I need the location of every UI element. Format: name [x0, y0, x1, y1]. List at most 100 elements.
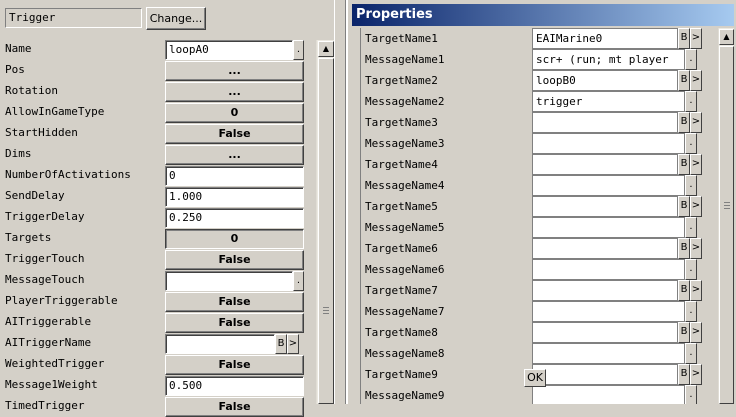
property-value-input[interactable]: [532, 133, 685, 154]
property-value-input[interactable]: scr+ (run; mt player: [532, 49, 685, 70]
grip-icon: [323, 307, 329, 308]
property-value-input[interactable]: [532, 154, 678, 175]
property-row: MessageName6.: [361, 259, 716, 280]
property-row: MessageName2 trigger.: [361, 91, 716, 112]
property-value-input[interactable]: [532, 238, 678, 259]
property-value-input[interactable]: [532, 196, 678, 217]
property-label: Dims: [5, 147, 32, 160]
property-value-input[interactable]: 0.500: [165, 376, 304, 396]
property-value-input[interactable]: [532, 175, 685, 196]
property-row: TargetName5 B >: [361, 196, 716, 217]
class-type-field[interactable]: Trigger: [5, 8, 142, 28]
property-value-input[interactable]: trigger: [532, 91, 685, 112]
property-label: SendDelay: [5, 189, 65, 202]
property-value-input[interactable]: EAIMarine0: [532, 28, 678, 49]
property-value-input[interactable]: [532, 322, 678, 343]
browse-dot-button[interactable]: .: [685, 385, 697, 404]
arrow-right-icon[interactable]: >: [287, 334, 299, 354]
browse-dot-button[interactable]: .: [685, 133, 697, 154]
property-label: StartHidden: [5, 126, 78, 139]
arrow-right-icon[interactable]: >: [690, 238, 702, 259]
property-value-button[interactable]: 0: [165, 103, 304, 123]
property-value-button[interactable]: False: [165, 355, 304, 375]
change-class-button[interactable]: Change...: [146, 7, 206, 30]
property-value-input[interactable]: 1.000: [165, 187, 304, 207]
property-value-input[interactable]: [532, 280, 678, 301]
browse-b-button[interactable]: B: [678, 238, 690, 259]
browse-b-button[interactable]: B: [678, 154, 690, 175]
browse-dot-button[interactable]: .: [685, 259, 697, 280]
browse-b-button[interactable]: B: [678, 112, 690, 133]
arrow-right-icon[interactable]: >: [690, 154, 702, 175]
property-value-input[interactable]: [532, 301, 685, 322]
arrow-right-icon[interactable]: >: [690, 364, 702, 385]
property-value-button[interactable]: 0: [165, 229, 304, 249]
property-label: TargetName8: [365, 326, 438, 339]
property-label: TimedTrigger: [5, 399, 85, 412]
property-label: MessageName8: [365, 347, 445, 360]
browse-dot-button[interactable]: .: [685, 301, 697, 322]
property-row: TargetName6 B >: [361, 238, 716, 259]
browse-dot-button[interactable]: .: [685, 217, 697, 238]
browse-dot-button[interactable]: .: [685, 175, 697, 196]
arrow-right-icon[interactable]: >: [690, 196, 702, 217]
ok-button[interactable]: OK: [524, 369, 546, 387]
properties-window: Properties TargetName1 EAIMarine0 B > Messag…: [346, 0, 736, 404]
property-label: TriggerTouch: [5, 252, 85, 265]
property-value-input[interactable]: 0: [165, 166, 304, 186]
browse-b-button[interactable]: B: [678, 280, 690, 301]
property-value-input[interactable]: [532, 385, 685, 404]
property-value-button[interactable]: ...: [165, 82, 304, 102]
property-row: MessageName4.: [361, 175, 716, 196]
left-scrollbar[interactable]: ▲: [316, 40, 334, 404]
arrow-right-icon[interactable]: >: [690, 280, 702, 301]
arrow-right-icon[interactable]: >: [690, 28, 702, 49]
browse-dot-button[interactable]: .: [293, 40, 304, 60]
property-row: TargetName2 loopB0 B >: [361, 70, 716, 91]
property-value-button[interactable]: False: [165, 124, 304, 144]
browse-b-button[interactable]: B: [678, 70, 690, 91]
arrow-right-icon[interactable]: >: [690, 70, 702, 91]
object-properties-panel: Trigger Change... Name loopA0. Pos... Rotat…: [0, 0, 316, 417]
left-scrollbar-thumb[interactable]: [318, 58, 334, 404]
property-value-button[interactable]: ...: [165, 145, 304, 165]
arrow-right-icon[interactable]: >: [690, 322, 702, 343]
property-value-input[interactable]: loopB0: [532, 70, 678, 91]
property-row: MessageName5.: [361, 217, 716, 238]
property-label: Name: [5, 42, 32, 55]
properties-scrollbar[interactable]: ▲: [718, 28, 734, 404]
arrow-right-icon[interactable]: >: [690, 112, 702, 133]
browse-b-button[interactable]: B: [678, 196, 690, 217]
property-value-input[interactable]: [532, 217, 685, 238]
property-label: Message1Weight: [5, 378, 98, 391]
property-value-button[interactable]: False: [165, 292, 304, 312]
property-value-input[interactable]: loopA0: [165, 40, 293, 60]
property-value-input[interactable]: [532, 112, 678, 133]
properties-scrollbar-thumb[interactable]: [719, 46, 734, 404]
property-row: TargetName7 B >: [361, 280, 716, 301]
grip-icon: [724, 202, 730, 203]
property-value-input[interactable]: [532, 364, 678, 385]
property-label: TargetName4: [365, 158, 438, 171]
browse-dot-button[interactable]: .: [685, 49, 697, 70]
browse-dot-button[interactable]: .: [685, 343, 697, 364]
property-value-button[interactable]: ...: [165, 61, 304, 81]
scroll-up-arrow-icon[interactable]: ▲: [318, 41, 334, 57]
browse-dot-button[interactable]: .: [685, 91, 697, 112]
property-value-input[interactable]: [532, 259, 685, 280]
browse-b-button[interactable]: B: [678, 322, 690, 343]
property-value-button[interactable]: False: [165, 397, 304, 417]
property-value-button[interactable]: False: [165, 313, 304, 333]
property-value-input[interactable]: 0.250: [165, 208, 304, 228]
panel-divider[interactable]: [334, 0, 346, 404]
property-value-input[interactable]: [532, 343, 685, 364]
property-value-input[interactable]: [165, 271, 293, 291]
property-label: Rotation: [5, 84, 58, 97]
browse-b-button[interactable]: B: [678, 364, 690, 385]
browse-b-button[interactable]: B: [275, 334, 287, 354]
browse-b-button[interactable]: B: [678, 28, 690, 49]
browse-dot-button[interactable]: .: [293, 271, 304, 291]
property-value-button[interactable]: False: [165, 250, 304, 270]
scroll-up-arrow-icon[interactable]: ▲: [719, 29, 734, 45]
property-value-input[interactable]: [165, 334, 275, 354]
